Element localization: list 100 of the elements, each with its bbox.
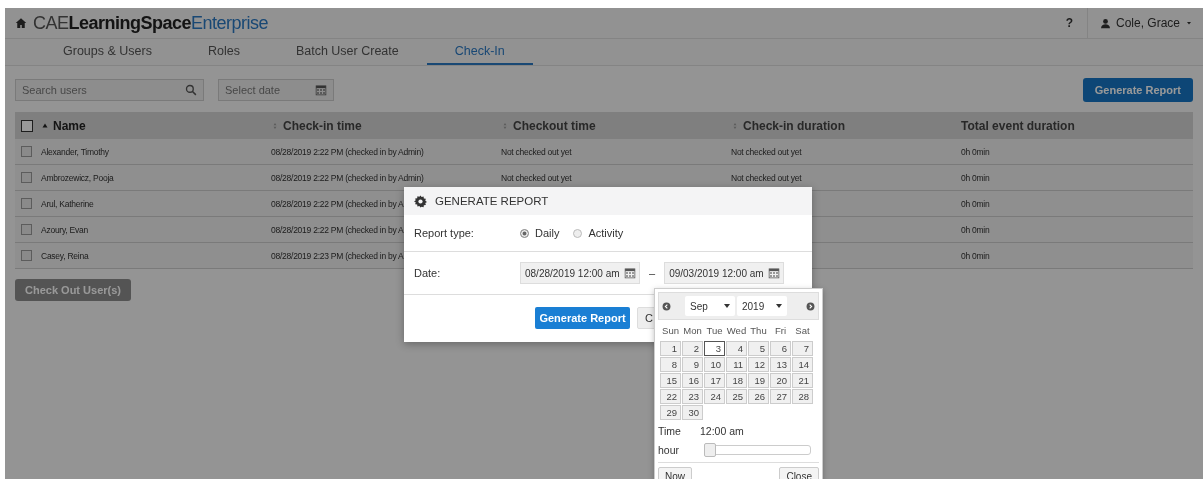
start-date-field[interactable]: 08/28/2019 12:00 am	[520, 262, 640, 284]
end-date-field[interactable]: 09/03/2019 12:00 am	[664, 262, 785, 284]
table-cell: 08/28/2019 2:22 PM (checked in by A	[271, 198, 404, 209]
generate-report-button[interactable]: Generate Report	[535, 307, 630, 329]
tab[interactable]: Groups & Users	[35, 39, 180, 65]
calendar-day[interactable]: 5	[748, 341, 769, 356]
time-label: Time	[658, 425, 682, 437]
close-button[interactable]: Close	[779, 467, 819, 479]
gear-icon	[414, 194, 427, 208]
app-logo[interactable]: CAELearningSpaceEnterprise	[33, 12, 269, 34]
calendar-day[interactable]: 2	[682, 341, 703, 356]
row-checkbox[interactable]	[21, 250, 32, 261]
table-cell: Arul, Katherine	[41, 198, 94, 209]
home-icon[interactable]	[15, 17, 27, 29]
user-menu[interactable]: Cole, Grace	[1086, 8, 1203, 38]
dialog-title: GENERATE REPORT	[435, 195, 549, 207]
calendar-day[interactable]: 7	[792, 341, 813, 356]
month-select[interactable]: Sep	[685, 296, 735, 316]
column-header[interactable]: Check-in time	[283, 118, 362, 133]
now-button[interactable]: Now	[658, 467, 692, 479]
radio-option[interactable]: Daily	[520, 227, 560, 239]
table-cell: Alexander, Timothy	[41, 146, 109, 157]
table-cell: 08/28/2019 2:23 PM (checked in by A	[271, 250, 404, 261]
hour-slider[interactable]	[704, 445, 811, 455]
table-cell: Not checked out yet	[501, 146, 572, 157]
row-checkbox[interactable]	[21, 146, 32, 157]
hour-label: hour	[658, 444, 680, 456]
table-cell: 08/28/2019 2:22 PM (checked in by A	[271, 224, 404, 235]
calendar-day[interactable]: 21	[792, 373, 813, 388]
table-cell: Azoury, Evan	[41, 224, 88, 235]
date-field[interactable]: Select date	[218, 79, 334, 101]
calendar-day[interactable]: 1	[660, 341, 681, 356]
select-all-checkbox[interactable]	[21, 119, 33, 132]
table-cell: Not checked out yet	[501, 172, 572, 183]
calendar-day[interactable]: 14	[792, 357, 813, 372]
weekday-label: Wed	[726, 325, 747, 338]
calendar-day[interactable]: 3	[704, 341, 725, 356]
year-select[interactable]: 2019	[737, 296, 787, 316]
calendar-day[interactable]: 8	[660, 357, 681, 372]
date-separator: –	[649, 267, 656, 279]
row-checkbox[interactable]	[21, 172, 32, 183]
calendar-icon[interactable]	[768, 267, 781, 279]
calendar-day[interactable]: 24	[704, 389, 725, 404]
field-label: Date:	[414, 267, 442, 279]
calendar-day[interactable]: 6	[770, 341, 791, 356]
calendar-day[interactable]: 9	[682, 357, 703, 372]
caret-icon	[1185, 19, 1193, 27]
time-value: 12:00 am	[700, 425, 744, 437]
calendar-day[interactable]: 4	[726, 341, 747, 356]
calendar-day[interactable]: 19	[748, 373, 769, 388]
radio-option[interactable]: Activity	[573, 227, 624, 239]
table-cell: Not checked out yet	[731, 172, 802, 183]
weekday-label: Tue	[705, 325, 724, 338]
calendar-day[interactable]: 13	[770, 357, 791, 372]
weekday-label: Thu	[749, 325, 768, 338]
calendar-day[interactable]: 17	[704, 373, 725, 388]
tab[interactable]: Batch User Create	[267, 39, 427, 65]
calendar-day[interactable]: 15	[660, 373, 681, 388]
table-cell: Casey, Reina	[41, 250, 89, 261]
calendar-day[interactable]: 28	[792, 389, 813, 404]
calendar-day[interactable]: 29	[660, 405, 681, 420]
table-cell: Not checked out yet	[731, 146, 802, 157]
weekday-label: Mon	[682, 325, 703, 338]
calendar-day[interactable]: 20	[770, 373, 791, 388]
slider-handle[interactable]	[704, 443, 716, 457]
table-cell: 0h 0min	[961, 146, 990, 157]
calendar-day[interactable]: 22	[660, 389, 681, 404]
calendar-day[interactable]: 23	[682, 389, 703, 404]
user-icon	[1099, 17, 1111, 29]
previous-month-icon[interactable]	[662, 301, 671, 311]
calendar-day[interactable]: 16	[682, 373, 703, 388]
calendar-day[interactable]: 26	[748, 389, 769, 404]
weekday-label: Fri	[773, 325, 788, 338]
calendar-day[interactable]: 18	[726, 373, 747, 388]
field-label: Report type:	[414, 227, 475, 239]
weekday-label: Sat	[794, 325, 811, 338]
weekday-label: Sun	[661, 325, 680, 338]
column-header[interactable]: Name	[53, 118, 86, 133]
search-icon	[185, 84, 197, 96]
table-cell: 0h 0min	[961, 198, 990, 209]
row-checkbox[interactable]	[21, 198, 32, 209]
next-month-icon[interactable]	[806, 301, 815, 311]
calendar-icon[interactable]	[624, 267, 636, 279]
table-cell: 0h 0min	[961, 172, 990, 183]
search-field[interactable]: Search users	[15, 79, 204, 101]
table-cell: 0h 0min	[961, 224, 990, 235]
calendar-day[interactable]: 10	[704, 357, 725, 372]
calendar-day[interactable]: 12	[748, 357, 769, 372]
table-cell: Ambrozewicz, Pooja	[41, 172, 114, 183]
help-link[interactable]: ?	[1051, 16, 1087, 30]
calendar-day[interactable]: 11	[726, 357, 747, 372]
row-checkbox[interactable]	[21, 224, 32, 235]
table-cell: 08/28/2019 2:22 PM (checked in by Admin)	[271, 146, 424, 157]
table-cell: 08/28/2019 2:22 PM (checked in by Admin)	[271, 172, 424, 183]
calendar-day[interactable]: 27	[770, 389, 791, 404]
tab[interactable]: Roles	[179, 39, 268, 65]
calendar-day[interactable]: 25	[726, 389, 747, 404]
calendar-icon	[315, 84, 327, 96]
calendar-day[interactable]: 30	[682, 405, 703, 420]
table-cell: 0h 0min	[961, 250, 990, 261]
